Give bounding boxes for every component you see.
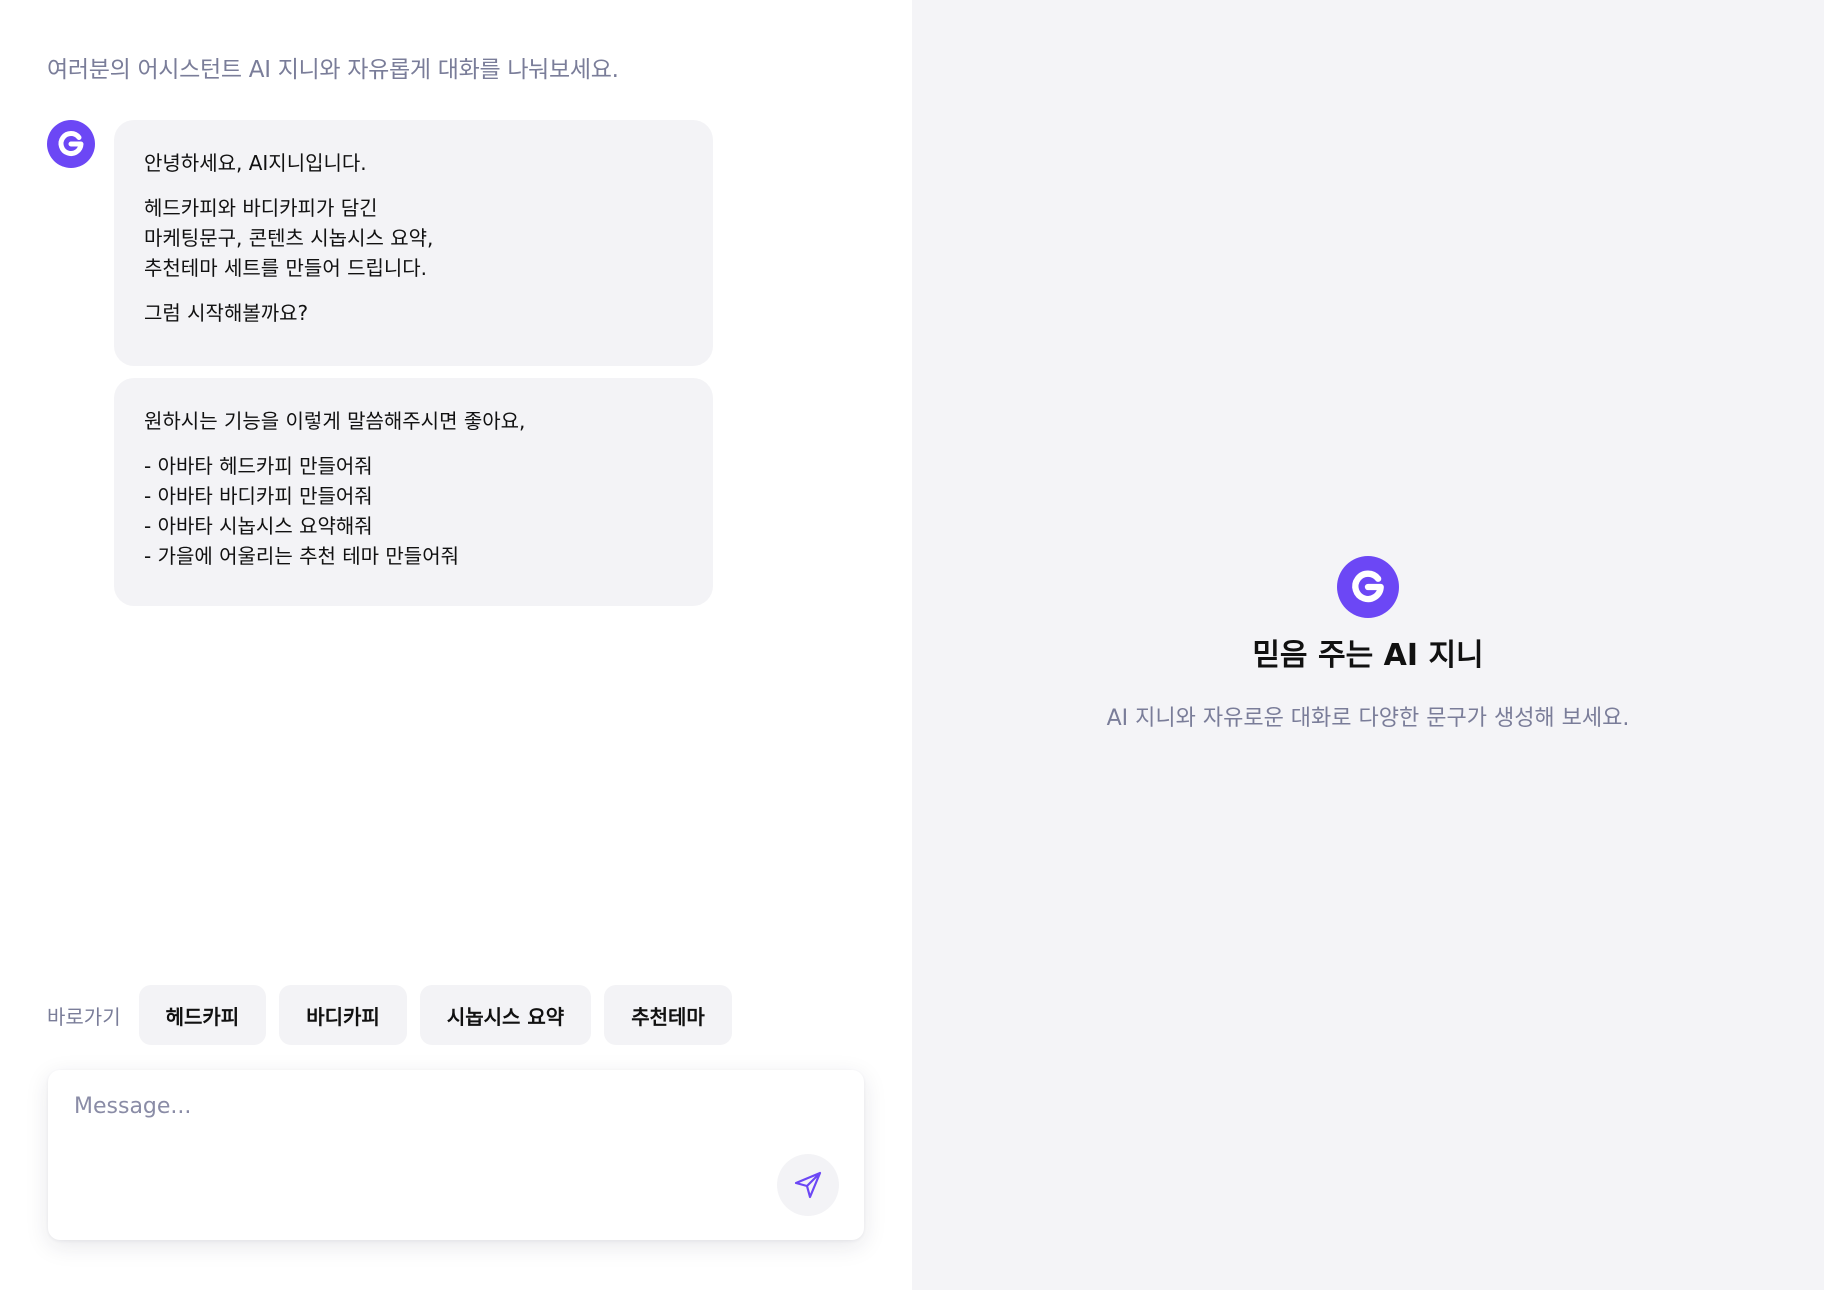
assistant-message: 원하시는 기능을 이렇게 말씀해주시면 좋아요, - 아바타 헤드카피 만들어줘…: [114, 378, 713, 606]
shortcut-bodycopy-button[interactable]: 바디카피: [279, 985, 407, 1045]
message-input[interactable]: [72, 1092, 776, 1156]
message-text: 원하시는 기능을 이렇게 말씀해주시면 좋아요,: [144, 409, 526, 433]
genie-logo-icon: [1352, 570, 1384, 603]
send-button[interactable]: [777, 1154, 839, 1216]
shortcut-synopsis-button[interactable]: 시놉시스 요약: [419, 985, 592, 1045]
shortcut-theme-button[interactable]: 추천테마: [604, 985, 732, 1045]
message-text: - 아바타 헤드카피 만들어줘 - 아바타 바디카피 만들어줘 - 아바타 시놉…: [144, 454, 460, 568]
chat-intro: 여러분의 어시스턴트 AI 지니와 자유롭게 대화를 나눠보세요.: [47, 57, 619, 83]
preview-panel: 믿음 주는 AI 지니 AI 지니와 자유로운 대화로 다양한 문구가 생성해 …: [912, 0, 1824, 1290]
shortcut-bar: 바로가기 헤드카피 바디카피 시놉시스 요약 추천테마: [47, 985, 745, 1045]
welcome-subtitle: AI 지니와 자유로운 대화로 다양한 문구가 생성해 보세요.: [1106, 706, 1630, 731]
genie-logo-icon: [58, 131, 84, 156]
genie-avatar: [47, 120, 95, 168]
message-composer: [48, 1070, 864, 1240]
shortcut-label: 바로가기: [47, 1004, 121, 1029]
shortcut-headcopy-button[interactable]: 헤드카피: [138, 985, 267, 1045]
assistant-message: 안녕하세요, AI지니입니다. 헤드카피와 바디카피가 담긴 마케팅문구, 콘텐…: [114, 120, 713, 366]
welcome-title: 믿음 주는 AI 지니: [1252, 638, 1484, 673]
chat-panel: 여러분의 어시스턴트 AI 지니와 자유롭게 대화를 나눠보세요. 안녕하세요,…: [0, 0, 912, 1290]
message-text: 헤드카피와 바디카피가 담긴 마케팅문구, 콘텐츠 시놉시스 요약, 추천테마 …: [144, 196, 434, 280]
welcome-block: 믿음 주는 AI 지니 AI 지니와 자유로운 대화로 다양한 문구가 생성해 …: [912, 556, 1824, 732]
send-icon: [794, 1171, 822, 1199]
genie-logo: [1337, 556, 1399, 618]
message-text: 안녕하세요, AI지니입니다.: [144, 151, 367, 175]
message-text: 그럼 시작해볼까요?: [144, 301, 309, 325]
app: 여러분의 어시스턴트 AI 지니와 자유롭게 대화를 나눠보세요. 안녕하세요,…: [0, 0, 1824, 1290]
